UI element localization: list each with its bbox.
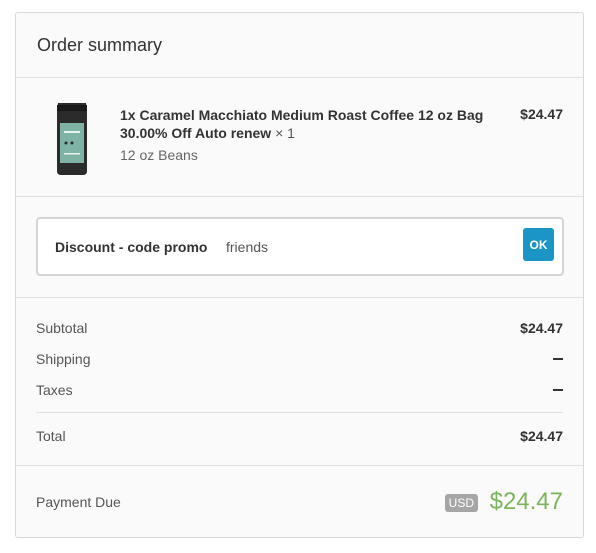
taxes-dash <box>553 389 563 391</box>
product-image <box>57 103 87 175</box>
payment-due-amount: $24.47 <box>489 488 563 515</box>
line-item: 1x Caramel Macchiato Medium Roast Coffee… <box>16 78 583 197</box>
taxes-label: Taxes <box>36 382 73 398</box>
subtotal-label: Subtotal <box>36 320 88 336</box>
shipping-row: Shipping <box>36 351 563 367</box>
totals-section: Subtotal $24.47 Shipping Taxes Total $24… <box>16 298 583 466</box>
order-summary-title: Order summary <box>37 34 163 55</box>
shipping-dash <box>553 358 563 360</box>
taxes-row: Taxes <box>36 382 563 398</box>
payment-due-label: Payment Due <box>36 494 121 510</box>
order-summary-card: Order summary 1x Caramel Macchiato Mediu… <box>15 12 584 538</box>
shipping-label: Shipping <box>36 351 91 367</box>
line-item-title: 1x Caramel Macchiato Medium Roast Coffee… <box>120 106 500 142</box>
discount-code-input[interactable] <box>220 234 512 260</box>
totals-divider <box>36 412 563 413</box>
order-summary-header: Order summary <box>16 13 583 78</box>
payment-due-section: Payment Due USD $24.47 <box>16 466 583 538</box>
apply-discount-button[interactable]: OK <box>523 228 554 261</box>
line-item-quantity: × 1 <box>275 125 295 141</box>
total-label: Total <box>36 428 66 444</box>
discount-label: Discount - code promo <box>55 239 208 255</box>
line-item-variant: 12 oz Beans <box>120 147 198 163</box>
line-item-title-line2: 30.00% Off Auto renew <box>120 125 272 141</box>
discount-field: Discount - code promo OK <box>36 217 564 276</box>
discount-section: Discount - code promo OK <box>16 197 583 298</box>
currency-badge: USD <box>444 494 478 512</box>
subtotal-value: $24.47 <box>520 320 563 336</box>
total-row: Total $24.47 <box>36 428 563 444</box>
subtotal-row: Subtotal $24.47 <box>36 320 563 336</box>
line-item-title-line1: 1x Caramel Macchiato Medium Roast Coffee… <box>120 107 484 123</box>
total-value: $24.47 <box>520 428 563 444</box>
line-item-details: 1x Caramel Macchiato Medium Roast Coffee… <box>120 106 500 164</box>
line-item-price: $24.47 <box>520 106 563 122</box>
